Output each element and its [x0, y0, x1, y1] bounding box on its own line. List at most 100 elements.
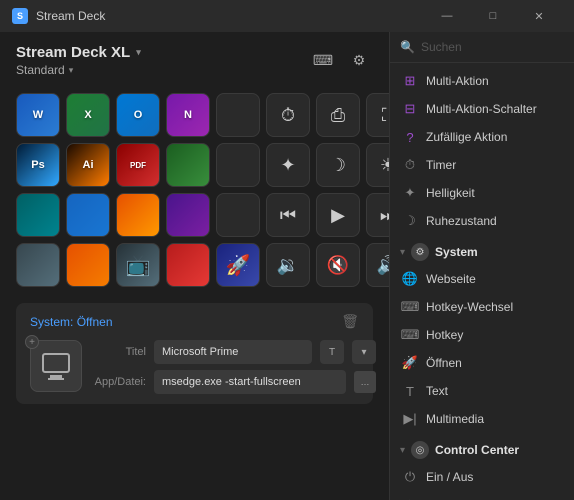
icon-label: Ps: [31, 159, 44, 171]
settings-icon-button[interactable]: ⚙: [345, 47, 373, 75]
panel-item-icon: ⏻: [402, 469, 418, 485]
panel-item-sleep[interactable]: ☽ Ruhezustand: [390, 207, 574, 235]
grid-cell-triangle2[interactable]: [66, 243, 110, 287]
icon-label: W: [33, 109, 43, 121]
title-bar-left: S Stream Deck: [12, 8, 105, 24]
panel-item-power[interactable]: ⏻ Ein / Aus: [390, 463, 574, 491]
deck-profile-chevron: ▾: [69, 65, 74, 76]
panel-item-label: Timer: [426, 158, 456, 172]
panel-item-brightness[interactable]: ✦ Helligkeit: [390, 179, 574, 207]
panel-item-icon: T: [402, 383, 418, 399]
grid-cell-megaphone[interactable]: [16, 243, 60, 287]
main-container: Stream Deck XL ▾ Standard ▾ ⌨ ⚙ W X O N ⏱ ⎙ ⛶ P…: [0, 32, 574, 500]
grid-cell-skip-back[interactable]: ⏮: [266, 193, 310, 237]
grid-cell-traktor[interactable]: [16, 193, 60, 237]
grid-cell-timer[interactable]: ⏱: [266, 93, 310, 137]
deck-header: Stream Deck XL ▾ Standard ▾ ⌨ ⚙: [0, 32, 389, 85]
action-symbol-icon: ⏮: [280, 205, 296, 226]
right-panel: 🔍 ≡ ⊞ Multi-Aktion ⊟ Multi-Aktion-Schalt…: [389, 32, 574, 500]
panel-item-multi-action[interactable]: ⊞ Multi-Aktion: [390, 67, 574, 95]
app-title: Stream Deck: [36, 9, 105, 23]
rocket-emoji-icon: 🚀: [226, 253, 251, 278]
grid-cell-media[interactable]: [166, 193, 210, 237]
grid-cell-moon[interactable]: ☽: [316, 143, 360, 187]
section-chevron-icon: ▾: [400, 247, 405, 258]
grid-cell-pdf[interactable]: PDF: [116, 143, 160, 187]
grid-cell-screenshot[interactable]: ⎙: [316, 93, 360, 137]
action-icon-preview[interactable]: +: [30, 340, 82, 392]
grid-cell-ai[interactable]: Ai: [66, 143, 110, 187]
panel-item-label: Öffnen: [426, 356, 462, 370]
grid-cell-orange-diamond[interactable]: [116, 193, 160, 237]
deck-profile[interactable]: Standard ▾: [16, 63, 141, 77]
dropdown-button[interactable]: ▾: [352, 340, 376, 364]
panel-item-label: Ruhezustand: [426, 214, 497, 228]
keyboard-icon-button[interactable]: ⌨: [309, 47, 337, 75]
panel-item-icon: ⊟: [402, 101, 418, 117]
browse-button[interactable]: …: [354, 371, 376, 393]
grid-cell-skip-fwd[interactable]: ⏭: [366, 193, 389, 237]
panel-item-icon: 🌐: [402, 271, 418, 287]
search-input[interactable]: [421, 40, 574, 54]
deck-title[interactable]: Stream Deck XL ▾: [16, 44, 141, 61]
font-button[interactable]: T: [320, 340, 344, 364]
add-overlay-icon: +: [25, 335, 39, 349]
grid-cell-ps[interactable]: Ps: [16, 143, 60, 187]
deck-title-chevron: ▾: [136, 47, 141, 58]
grid-cell-green[interactable]: [166, 143, 210, 187]
header-icons: ⌨ ⚙: [309, 47, 373, 75]
panel-item-label: Hotkey: [426, 328, 463, 342]
search-bar: 🔍 ≡: [390, 32, 574, 63]
delete-icon[interactable]: 🗑: [341, 313, 359, 330]
icon-label: N: [184, 109, 192, 121]
grid-cell-soundblaster[interactable]: [166, 243, 210, 287]
close-button[interactable]: ✕: [516, 0, 562, 32]
grid-cell-word[interactable]: W: [16, 93, 60, 137]
panel-item-timer[interactable]: ⏱ Timer: [390, 151, 574, 179]
grid-cell-empty3[interactable]: [216, 193, 260, 237]
grid-cell-tv[interactable]: 📺: [116, 243, 160, 287]
panel-item-text[interactable]: T Text: [390, 377, 574, 405]
panel-item-open[interactable]: 🚀 Öffnen: [390, 349, 574, 377]
action-symbol-icon: ▶: [331, 205, 345, 226]
grid-cell-empty1[interactable]: [216, 93, 260, 137]
minimize-button[interactable]: —: [424, 0, 470, 32]
section-title: Control Center: [435, 443, 519, 457]
grid-cell-vol-up[interactable]: 🔊: [366, 243, 389, 287]
panel-item-hotkey-switch[interactable]: ⌨ Hotkey-Wechsel: [390, 293, 574, 321]
icon-label: O: [134, 109, 143, 121]
grid-cell-refresh[interactable]: [66, 193, 110, 237]
panel-item-label: Text: [426, 384, 448, 398]
app-input[interactable]: [154, 370, 346, 394]
icon-label: PDF: [130, 161, 146, 170]
action-symbol-icon: ⎙: [331, 105, 345, 126]
title-input[interactable]: [154, 340, 312, 364]
grid-cell-vol-down[interactable]: 🔉: [266, 243, 310, 287]
grid-cell-onenote[interactable]: N: [166, 93, 210, 137]
panel-item-website[interactable]: 🌐 Webseite: [390, 265, 574, 293]
deck-profile-text: Standard: [16, 63, 65, 77]
maximize-button[interactable]: □: [470, 0, 516, 32]
panel-item-multimedia[interactable]: ▶| Multimedia: [390, 405, 574, 433]
grid-cell-empty2[interactable]: [216, 143, 260, 187]
action-symbol-icon: 🔇: [327, 255, 349, 276]
panel-item-random-action[interactable]: ? Zufällige Aktion: [390, 123, 574, 151]
grid-cell-excel[interactable]: X: [66, 93, 110, 137]
panel-item-icon: ✦: [402, 185, 418, 201]
grid-cell-vol-mute[interactable]: 🔇: [316, 243, 360, 287]
grid-cell-outlook[interactable]: O: [116, 93, 160, 137]
panel-item-label: Helligkeit: [426, 186, 475, 200]
panel-item-multi-action-switch[interactable]: ⊟ Multi-Aktion-Schalter: [390, 95, 574, 123]
action-panel: System: Öffnen 🗑 + Titel: [16, 303, 373, 404]
section-header-control-center[interactable]: ▾ ◎ Control Center: [390, 433, 574, 463]
panel-item-hotkey[interactable]: ⌨ Hotkey: [390, 321, 574, 349]
panel-item-brightness-set[interactable]: ✦ Helligkeit einstellen: [390, 491, 574, 500]
grid-cell-rocket[interactable]: 🚀: [216, 243, 260, 287]
grid-cell-fullscreen[interactable]: ⛶: [366, 93, 389, 137]
grid-cell-play[interactable]: ▶: [316, 193, 360, 237]
action-symbol-icon: ✦: [280, 155, 295, 176]
grid-cell-brightness[interactable]: ✦: [266, 143, 310, 187]
section-chevron-icon: ▾: [400, 445, 405, 456]
section-header-system[interactable]: ▾ ⚙ System: [390, 235, 574, 265]
grid-cell-sun[interactable]: ☀: [366, 143, 389, 187]
